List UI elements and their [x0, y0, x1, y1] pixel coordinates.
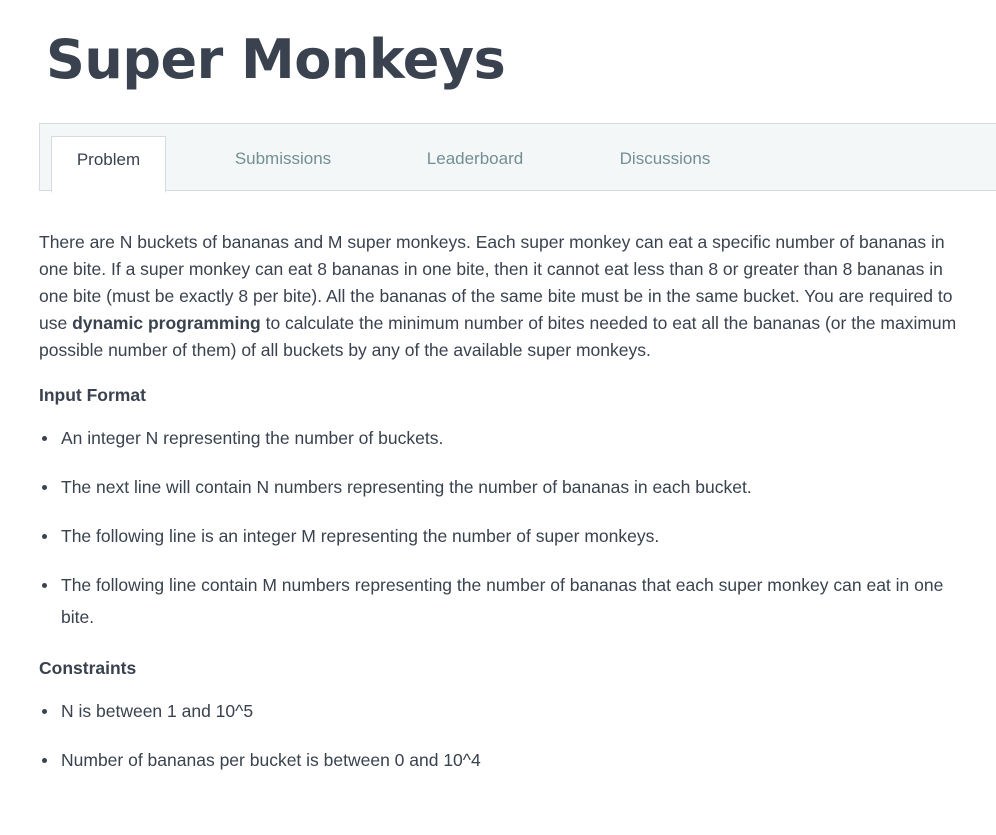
list-item: The following line is an integer M repre… — [39, 520, 959, 552]
tab-discussions-label: Discussions — [619, 149, 711, 168]
tab-leaderboard[interactable]: Leaderboard — [400, 136, 550, 192]
description-bold-text: dynamic programming — [72, 313, 261, 333]
list-item: Number of bananas per bucket is between … — [39, 744, 959, 776]
list-item: The next line will contain N numbers rep… — [39, 471, 959, 503]
constraints-heading: Constraints — [39, 658, 137, 678]
list-item: The following line contain M numbers rep… — [39, 569, 959, 633]
problem-description: There are N buckets of bananas and M sup… — [39, 229, 959, 364]
constraints-list: N is between 1 and 10^5 Number of banana… — [39, 695, 959, 776]
problem-statement: There are N buckets of bananas and M sup… — [39, 229, 959, 776]
input-format-list: An integer N representing the number of … — [39, 422, 959, 633]
list-item: N is between 1 and 10^5 — [39, 695, 959, 727]
bullet-icon — [42, 485, 47, 490]
list-item: An integer N representing the number of … — [39, 422, 959, 454]
page-title: Super Monkeys — [46, 28, 506, 91]
bullet-icon — [42, 709, 47, 714]
tab-bar: Problem Submissions Leaderboard Discussi… — [39, 123, 996, 193]
tab-problem-label: Problem — [76, 150, 141, 169]
bullet-icon — [42, 534, 47, 539]
tab-submissions-label: Submissions — [234, 149, 332, 168]
bullet-icon — [42, 436, 47, 441]
tab-problem[interactable]: Problem — [51, 136, 166, 193]
tab-leaderboard-label: Leaderboard — [426, 149, 524, 168]
tab-discussions[interactable]: Discussions — [590, 136, 740, 192]
bullet-icon — [42, 758, 47, 763]
bullet-icon — [42, 583, 47, 588]
tab-submissions[interactable]: Submissions — [208, 136, 358, 192]
input-format-heading: Input Format — [39, 385, 146, 405]
